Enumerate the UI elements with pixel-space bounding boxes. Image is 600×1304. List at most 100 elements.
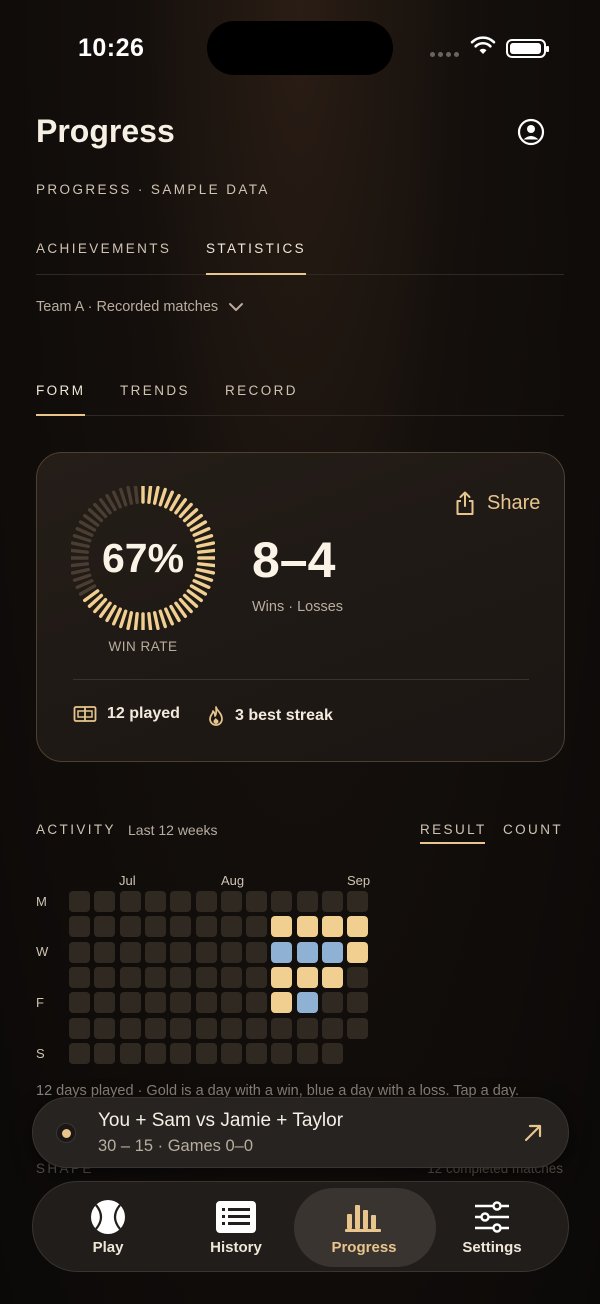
heatmap-day bbox=[195, 941, 217, 963]
page-title: Progress bbox=[36, 113, 175, 149]
tabbar-play-label: Play bbox=[92, 1239, 124, 1256]
weekday-label: M bbox=[36, 894, 47, 909]
heatmap-day bbox=[119, 1017, 141, 1039]
win-rate-tick bbox=[133, 611, 139, 630]
heatmap-day bbox=[170, 1017, 192, 1039]
heatmap-day bbox=[144, 916, 166, 938]
heatmap-day bbox=[69, 916, 90, 938]
heatmap-day bbox=[94, 916, 116, 938]
heatmap-day bbox=[170, 916, 192, 938]
form-summary-card: 67% WIN RATE 8–4 Wins · Losses Share 12 … bbox=[36, 452, 565, 762]
weekday-label: S bbox=[36, 1046, 45, 1061]
matches-played-stat: 12 played bbox=[73, 705, 180, 723]
win-rate-tick bbox=[152, 611, 160, 630]
heatmap-day-win[interactable] bbox=[271, 916, 293, 938]
tab-trends[interactable]: TRENDS bbox=[120, 383, 190, 398]
sub-tab-active-indicator bbox=[36, 414, 85, 416]
heatmap-day-loss[interactable] bbox=[296, 992, 318, 1014]
heatmap-day bbox=[170, 1042, 192, 1064]
heatmap-day bbox=[69, 992, 90, 1014]
heatmap-day-loss[interactable] bbox=[322, 941, 343, 963]
tab-form[interactable]: FORM bbox=[36, 383, 85, 398]
heatmap-day bbox=[119, 941, 141, 963]
weekday-label: W bbox=[36, 944, 49, 959]
heatmap-day bbox=[322, 1017, 343, 1039]
heatmap-day bbox=[322, 1042, 343, 1064]
month-label: Jul bbox=[119, 873, 136, 888]
matches-played-value: 12 played bbox=[107, 705, 180, 722]
heatmap-day-loss[interactable] bbox=[271, 941, 293, 963]
heatmap-day bbox=[271, 1017, 293, 1039]
win-rate-tick bbox=[112, 490, 122, 509]
share-button[interactable]: Share bbox=[455, 491, 540, 516]
heatmap-day-win[interactable] bbox=[296, 916, 318, 938]
heatmap-day bbox=[220, 1017, 242, 1039]
month-label: Sep bbox=[347, 873, 371, 888]
heatmap-day bbox=[144, 992, 166, 1014]
heatmap-day bbox=[296, 1017, 318, 1039]
heatmap-day-win[interactable] bbox=[347, 916, 369, 938]
tab-achievements[interactable]: ACHIEVEMENTS bbox=[36, 241, 171, 256]
heatmap-day bbox=[220, 966, 242, 988]
battery-icon bbox=[506, 39, 549, 58]
team-filter-dropdown[interactable]: Team A · Recorded matches bbox=[36, 299, 244, 315]
heatmap-day bbox=[246, 1017, 268, 1039]
heatmap-day-win[interactable] bbox=[271, 966, 293, 988]
tab-count[interactable]: COUNT bbox=[503, 822, 563, 837]
live-match-banner[interactable]: You + Sam vs Jamie + Taylor 30 – 15 · Ga… bbox=[32, 1097, 569, 1168]
heatmap-day bbox=[94, 1042, 116, 1064]
heatmap-day-win[interactable] bbox=[271, 992, 293, 1014]
win-rate-tick bbox=[112, 607, 122, 626]
win-loss-label: Wins · Losses bbox=[252, 599, 344, 615]
best-streak-value: 3 best streak bbox=[235, 707, 333, 724]
heatmap-day-win[interactable] bbox=[347, 941, 369, 963]
win-rate-tick bbox=[164, 490, 174, 509]
activity-range: Last 12 weeks bbox=[128, 822, 218, 838]
heatmap-day bbox=[170, 992, 192, 1014]
heatmap-day bbox=[347, 966, 369, 988]
heatmap-day bbox=[271, 891, 293, 912]
win-rate-tick bbox=[147, 486, 153, 505]
heatmap-day bbox=[144, 1017, 166, 1039]
profile-icon[interactable] bbox=[517, 118, 545, 146]
tab-statistics[interactable]: STATISTICS bbox=[206, 241, 306, 256]
heatmap-day bbox=[322, 992, 343, 1014]
heatmap-day bbox=[220, 1042, 242, 1064]
tabbar-settings[interactable]: Settings bbox=[447, 1182, 537, 1273]
heatmap-day-win[interactable] bbox=[322, 966, 343, 988]
heatmap-day bbox=[246, 891, 268, 912]
heatmap-day-win[interactable] bbox=[296, 966, 318, 988]
dynamic-island bbox=[207, 21, 393, 75]
tab-active-indicator bbox=[206, 273, 306, 275]
share-label: Share bbox=[487, 492, 541, 514]
heatmap-day bbox=[119, 992, 141, 1014]
tabbar-play[interactable]: Play bbox=[63, 1182, 153, 1273]
heatmap-day bbox=[220, 941, 242, 963]
chevron-down-icon bbox=[229, 303, 244, 311]
heatmap-day bbox=[195, 966, 217, 988]
win-rate-tick bbox=[152, 486, 160, 505]
tabbar-progress[interactable]: Progress bbox=[319, 1182, 409, 1273]
tabbar-history[interactable]: History bbox=[191, 1182, 281, 1273]
heatmap-day bbox=[195, 891, 217, 912]
live-indicator-icon bbox=[56, 1123, 76, 1143]
tabbar-progress-label: Progress bbox=[331, 1239, 397, 1256]
heatmap-day bbox=[246, 1042, 268, 1064]
tab-record[interactable]: RECORD bbox=[225, 383, 298, 398]
month-label: Aug bbox=[221, 873, 245, 888]
heatmap-day bbox=[195, 992, 217, 1014]
heatmap-day bbox=[246, 916, 268, 938]
heatmap-day-loss[interactable] bbox=[296, 941, 318, 963]
sliders-icon bbox=[475, 1201, 509, 1233]
win-rate-value: 67% bbox=[101, 535, 185, 581]
card-divider bbox=[73, 679, 529, 680]
heatmap-day bbox=[94, 966, 116, 988]
tab-result[interactable]: RESULT bbox=[420, 822, 487, 837]
heatmap-day bbox=[170, 891, 192, 912]
main-tabs: ACHIEVEMENTS STATISTICS bbox=[36, 238, 564, 275]
cellular-signal-icon bbox=[430, 52, 459, 57]
heatmap-day bbox=[296, 891, 318, 912]
heatmap-day-win[interactable] bbox=[322, 916, 343, 938]
page-subtitle: PROGRESS · SAMPLE DATA bbox=[36, 182, 270, 197]
court-icon bbox=[73, 706, 97, 722]
